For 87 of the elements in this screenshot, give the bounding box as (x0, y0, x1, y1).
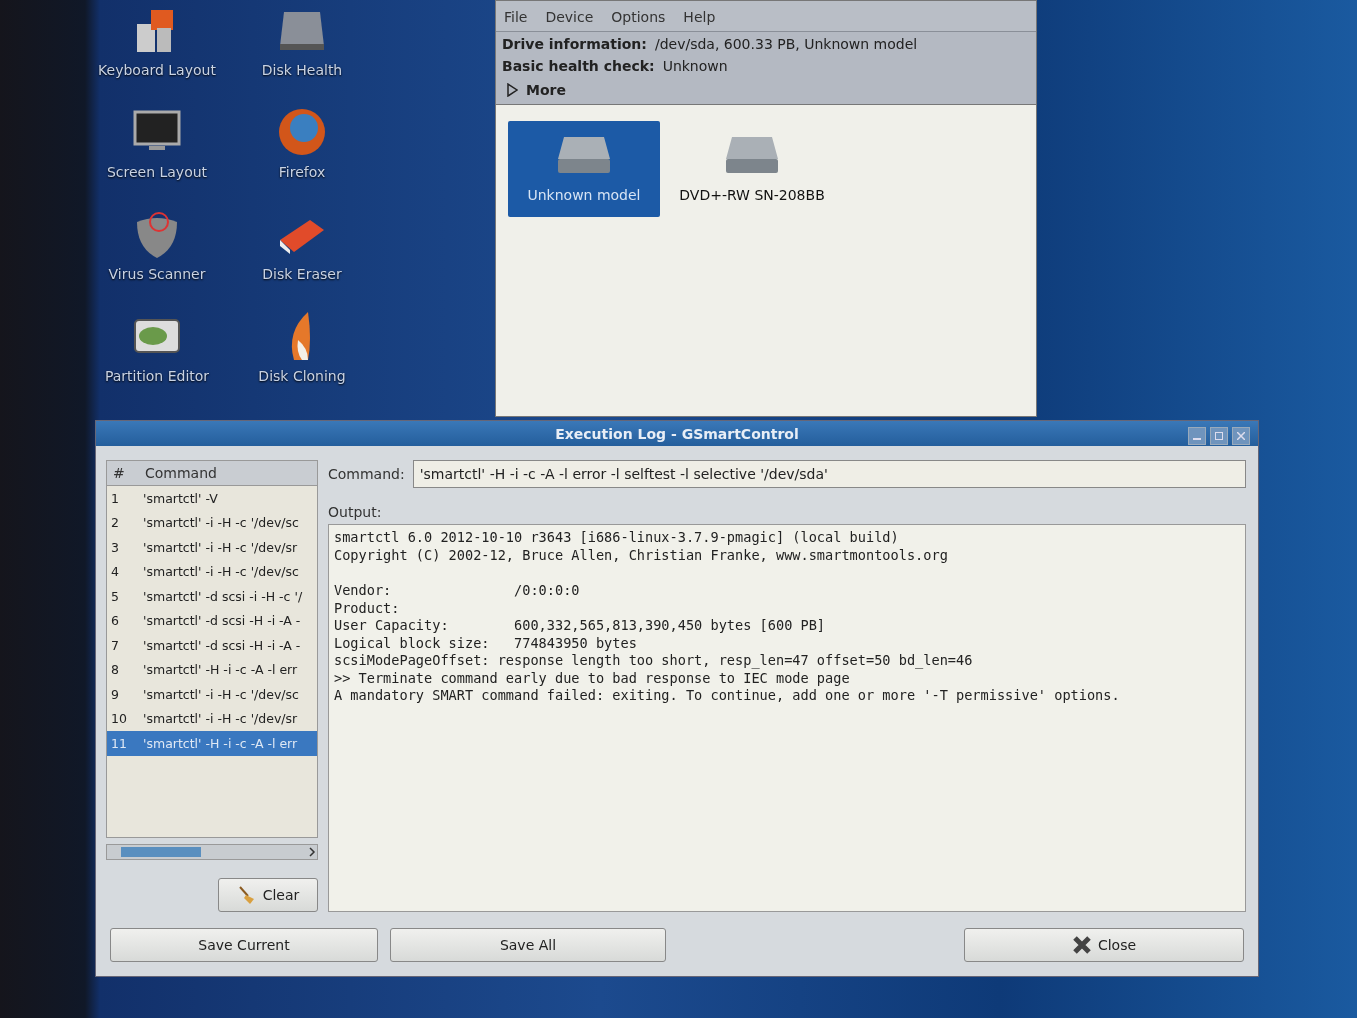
output-line: User Capacity: 600,332,565,813,390,450 bytes [600 PB] (334, 617, 827, 635)
info-value: /dev/sda, 600.33 PB, Unknown model (654, 36, 918, 52)
close-icon (1237, 432, 1245, 440)
menu-item[interactable]: File (504, 9, 528, 25)
dialog-button[interactable]: Save Current (110, 928, 378, 962)
device-label: DVD+-RW SN-208BB (679, 187, 825, 203)
info-label: Basic health check: (502, 58, 655, 74)
list-row[interactable]: 7 'smartctl' -d scsi -H -i -A - (107, 633, 317, 658)
list-row[interactable]: 10 'smartctl' -i -H -c '/dev/sr (107, 706, 317, 731)
maximize-icon (1215, 432, 1223, 440)
desktop-icon-label[interactable]: Disk Eraser (262, 266, 342, 282)
desktop-icon-label[interactable]: Disk Health (261, 62, 343, 78)
row-number: 9 (110, 686, 120, 702)
desktop-icon-label[interactable]: Disk Cloning (258, 368, 346, 384)
list-row[interactable]: 2 'smartctl' -i -H -c '/dev/sc (107, 510, 317, 535)
window-title: Execution Log - GSmartControl (555, 425, 799, 442)
clear-button[interactable]: Clear (218, 878, 318, 912)
minimize-button[interactable] (1188, 427, 1206, 445)
output-line: smartctl 6.0 2012-10-10 r3643 [i686-linux-3.7.9-pmagic] (local build) (334, 529, 900, 547)
row-number: 8 (110, 662, 120, 678)
info-value: Unknown (662, 58, 728, 74)
hard-drive-icon (556, 135, 612, 175)
row-number: 6 (110, 613, 120, 629)
menu-item[interactable]: Options (611, 9, 666, 25)
command-cell-text: 'smartctl' -d scsi -H -i -A - (142, 637, 302, 653)
desktop-icon-label[interactable]: Virus Scanner (108, 266, 206, 282)
row-number: 7 (110, 637, 120, 653)
command-cell-text: 'smartctl' -H -i -c -A -l err (142, 735, 299, 751)
column-header[interactable]: Command (139, 461, 317, 485)
output-line: Logical block size: 774843950 bytes (334, 634, 638, 652)
list-row[interactable]: 11 'smartctl' -H -i -c -A -l err (107, 731, 317, 756)
output-label: Output: (328, 504, 383, 520)
list-row[interactable]: 1 'smartctl' -V (107, 486, 317, 511)
command-cell-text: 'smartctl' -i -H -c '/dev/sc (142, 564, 300, 580)
command-field[interactable]: 'smartctl' -H -i -c -A -l error -l selftest -l selective '/dev/sda' (412, 460, 1246, 488)
list-row[interactable]: 5 'smartctl' -d scsi -i -H -c '/ (107, 584, 317, 609)
hard-drive-icon (724, 135, 780, 175)
more-expander[interactable]: More (526, 82, 566, 98)
expander-icon[interactable] (506, 83, 518, 97)
output-line: scsiModePageOffset: response length too short, resp_len=47 offset=50 bd_len=46 (334, 652, 974, 670)
list-row[interactable]: 3 'smartctl' -i -H -c '/dev/sr (107, 535, 317, 560)
command-cell-text: 'smartctl' -V (142, 490, 219, 506)
menu-item[interactable]: Help (683, 9, 716, 25)
desktop-icon-label[interactable]: Firefox (278, 164, 326, 180)
row-number: 3 (110, 539, 120, 555)
list-row[interactable]: 9 'smartctl' -i -H -c '/dev/sc (107, 682, 317, 707)
command-cell-text: 'smartctl' -i -H -c '/dev/sc (142, 515, 300, 531)
row-number: 11 (110, 735, 128, 751)
output-line: >> Terminate command early due to bad response to IEC mode page (334, 669, 851, 687)
device-tile[interactable]: Unknown model (508, 121, 660, 217)
command-cell-text: 'smartctl' -i -H -c '/dev/sc (142, 686, 300, 702)
list-row[interactable]: 6 'smartctl' -d scsi -H -i -A - (107, 608, 317, 633)
row-number: 10 (110, 711, 128, 727)
output-line: A mandatory SMART command failed: exiting. To continue, add one or more '-T permissive' options. (334, 687, 1121, 705)
column-header[interactable]: # (107, 461, 139, 485)
horizontal-scrollbar[interactable] (106, 844, 318, 860)
info-label: Drive information: (502, 36, 647, 52)
close-button[interactable] (1232, 427, 1250, 445)
scrollbar-thumb[interactable] (121, 847, 201, 857)
list-row[interactable]: 4 'smartctl' -i -H -c '/dev/sc (107, 559, 317, 584)
device-tile[interactable]: DVD+-RW SN-208BB (676, 121, 828, 217)
maximize-button[interactable] (1210, 427, 1228, 445)
row-number: 1 (110, 490, 120, 506)
list-row[interactable]: 8 'smartctl' -H -i -c -A -l err (107, 657, 317, 682)
output-line: Vendor: /0:0:0:0 (334, 582, 581, 600)
command-cell-text: 'smartctl' -d scsi -H -i -A - (142, 613, 302, 629)
row-number: 4 (110, 564, 120, 580)
desktop-icon-label[interactable]: Partition Editor (104, 368, 210, 384)
desktop-icon-label[interactable]: Keyboard Layout (98, 62, 216, 78)
device-label: Unknown model (527, 187, 641, 203)
globe-fox-icon (276, 106, 328, 158)
output-area[interactable] (328, 524, 1246, 912)
output-line: Copyright (C) 2002-12, Bruce Allen, Christian Franke, www.smartmontools.org (334, 546, 949, 564)
command-cell-text: 'smartctl' -i -H -c '/dev/sr (142, 539, 299, 555)
command-cell-text: 'smartctl' -H -i -c -A -l err (142, 662, 299, 678)
output-line: Product: (334, 599, 401, 617)
row-number: 2 (110, 515, 120, 531)
command-cell-text: 'smartctl' -d scsi -i -H -c '/ (142, 588, 304, 604)
command-label: Command: (328, 466, 405, 482)
dialog-button[interactable]: Save All (390, 928, 666, 962)
close-icon (1071, 935, 1092, 955)
menu-item[interactable]: Device (545, 9, 594, 25)
desktop-icon-label[interactable]: Screen Layout (106, 164, 208, 180)
broom-icon (236, 885, 257, 905)
command-cell-text: 'smartctl' -i -H -c '/dev/sr (142, 711, 299, 727)
row-number: 5 (110, 588, 120, 604)
dialog-button[interactable]: Close (964, 928, 1244, 962)
